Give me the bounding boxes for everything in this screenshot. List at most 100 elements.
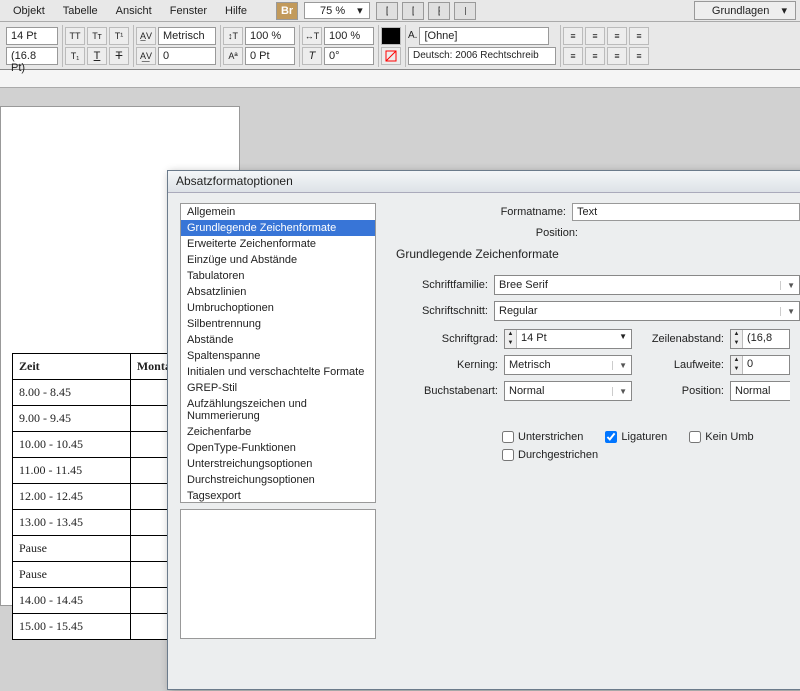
nav-grep[interactable]: GREP-Stil [181,380,375,396]
charstyle-field[interactable]: [Ohne] [419,27,549,45]
nav-zeichenfarbe[interactable]: Zeichenfarbe [181,424,375,440]
strikethrough-checkbox[interactable]: Durchgestrichen [502,449,598,461]
justify-all-icon[interactable]: ≡ [629,47,649,65]
table-cell[interactable]: Pause [13,536,131,562]
table-header-zeit[interactable]: Zeit [13,354,131,380]
case-select[interactable]: Normal▼ [504,381,632,401]
noumbruch-checkbox[interactable]: Kein Umb [689,431,753,443]
tracking-field2[interactable]: ▲▼0 [730,355,790,375]
leading-field[interactable]: (16.8 Pt) [6,47,58,65]
nav-spaltenspanne[interactable]: Spaltenspanne [181,348,375,364]
table-cell[interactable]: 10.00 - 10.45 [13,432,131,458]
align-right-icon[interactable]: ≡ [607,27,627,45]
leading-label: Zeilenabstand: [636,333,726,345]
fontfamily-select[interactable]: Bree Serif▼ [494,275,800,295]
kerning-label: Kerning: [392,359,500,371]
formatname-label: Formatname: [392,206,572,218]
superscript-icon[interactable]: T¹ [109,27,129,45]
nav-abstaende[interactable]: Abstände [181,332,375,348]
fill-icon[interactable] [381,27,401,45]
formatname-field[interactable]: Text [572,203,800,221]
nav-umbruch[interactable]: Umbruchoptionen [181,300,375,316]
language-field[interactable]: Deutsch: 2006 Rechtschreib [408,47,556,65]
settings-panel: Formatname: Text Position: Grundlegende … [384,193,800,691]
align-center-icon[interactable]: ≡ [585,27,605,45]
font-size-field[interactable]: 14 Pt [6,27,58,45]
leading-field2[interactable]: ▲▼(16,8 [730,329,790,349]
position-select[interactable]: Normal [730,381,790,401]
fontstyle-select[interactable]: Regular▼ [494,301,800,321]
nav-grundlegende-zeichen[interactable]: Grundlegende Zeichenformate [181,220,375,236]
workspace: ZeitMontag 8.00 - 8.45 9.00 - 9.45 10.00… [0,88,800,600]
fontstyle-label: Schriftschnitt: [392,305,494,317]
underline-icon[interactable]: T [87,47,107,65]
kerning-select[interactable]: Metrisch▼ [504,355,632,375]
tracking-field[interactable]: 0 [158,47,216,65]
table-cell[interactable]: 14.00 - 14.45 [13,588,131,614]
menu-fenster[interactable]: Fenster [161,5,216,17]
dialog-preview-box [180,509,376,639]
subscript-icon[interactable]: T₁ [65,47,85,65]
hscale-icon[interactable]: ↔T [302,27,322,45]
strike-icon[interactable]: T [109,47,129,65]
skew-icon[interactable]: T [302,47,322,65]
nav-tabulatoren[interactable]: Tabulatoren [181,268,375,284]
nav-opentype[interactable]: OpenType-Funktionen [181,440,375,456]
nav-initialen[interactable]: Initialen und verschachtelte Formate [181,364,375,380]
dialog-nav-list[interactable]: Allgemein Grundlegende Zeichenformate Er… [180,203,376,503]
table-cell[interactable]: 12.00 - 12.45 [13,484,131,510]
kerning-metric-icon[interactable]: A̲V [136,27,156,45]
tracking-icon[interactable]: A͟V [136,47,156,65]
table-cell[interactable]: Pause [13,562,131,588]
justify-right-icon[interactable]: ≡ [607,47,627,65]
table-cell[interactable]: 8.00 - 8.45 [13,380,131,406]
dialog-title: Absatzformatoptionen [168,171,800,193]
workspace-dropdown[interactable]: Grundlagen ▾ [694,1,796,20]
skew-field[interactable]: 0° [324,47,374,65]
vscale-icon[interactable]: ↕T [223,27,243,45]
menu-objekt[interactable]: Objekt [4,5,54,17]
nav-unterstreichung[interactable]: Unterstreichungsoptionen [181,456,375,472]
view-mode-4-icon[interactable] [454,2,476,20]
underline-checkbox[interactable]: Unterstrichen [502,431,583,443]
menu-tabelle[interactable]: Tabelle [54,5,107,17]
nav-einzuege[interactable]: Einzüge und Abstände [181,252,375,268]
nav-aufzaehlung[interactable]: Aufzählungszeichen und Nummerierung [181,396,375,424]
tracking-label: Laufweite: [636,359,726,371]
table-cell[interactable]: 15.00 - 15.45 [13,614,131,640]
nav-silbentrennung[interactable]: Silbentrennung [181,316,375,332]
justify-center-icon[interactable]: ≡ [585,47,605,65]
menu-ansicht[interactable]: Ansicht [107,5,161,17]
zoom-level[interactable]: 75 % ▾ [304,2,370,19]
vscale-field[interactable]: 100 % [245,27,295,45]
baseline-field[interactable]: 0 Pt [245,47,295,65]
chevron-down-icon: ▼ [612,361,627,370]
chevron-down-icon: ▼ [780,281,795,290]
view-mode-1-icon[interactable] [376,2,398,20]
nav-tagsexport[interactable]: Tagsexport [181,488,375,503]
bridge-icon[interactable]: Br [276,2,298,20]
size-field[interactable]: ▲▼14 Pt▼ [504,329,632,349]
nav-absatzlinien[interactable]: Absatzlinien [181,284,375,300]
paragraph-style-dialog: Absatzformatoptionen Allgemein Grundlege… [167,170,800,690]
view-mode-2-icon[interactable] [402,2,424,20]
table-cell[interactable]: 9.00 - 9.45 [13,406,131,432]
stroke-icon[interactable] [381,47,401,65]
justify-left-icon[interactable]: ≡ [563,47,583,65]
position2-label: Position: [636,385,726,397]
menu-hilfe[interactable]: Hilfe [216,5,256,17]
view-mode-3-icon[interactable] [428,2,450,20]
justify-icon[interactable]: ≡ [629,27,649,45]
kerning-mode-field[interactable]: Metrisch [158,27,216,45]
nav-durchstreichung[interactable]: Durchstreichungsoptionen [181,472,375,488]
nav-allgemein[interactable]: Allgemein [181,204,375,220]
hscale-field[interactable]: 100 % [324,27,374,45]
nav-erweiterte-zeichen[interactable]: Erweiterte Zeichenformate [181,236,375,252]
align-left-icon[interactable]: ≡ [563,27,583,45]
table-cell[interactable]: 13.00 - 13.45 [13,510,131,536]
baseline-icon[interactable]: Aª [223,47,243,65]
smallcaps-icon[interactable]: Tᴛ [87,27,107,45]
ligatures-checkbox[interactable]: Ligaturen [605,431,667,443]
table-cell[interactable]: 11.00 - 11.45 [13,458,131,484]
allcaps-icon[interactable]: TT [65,27,85,45]
